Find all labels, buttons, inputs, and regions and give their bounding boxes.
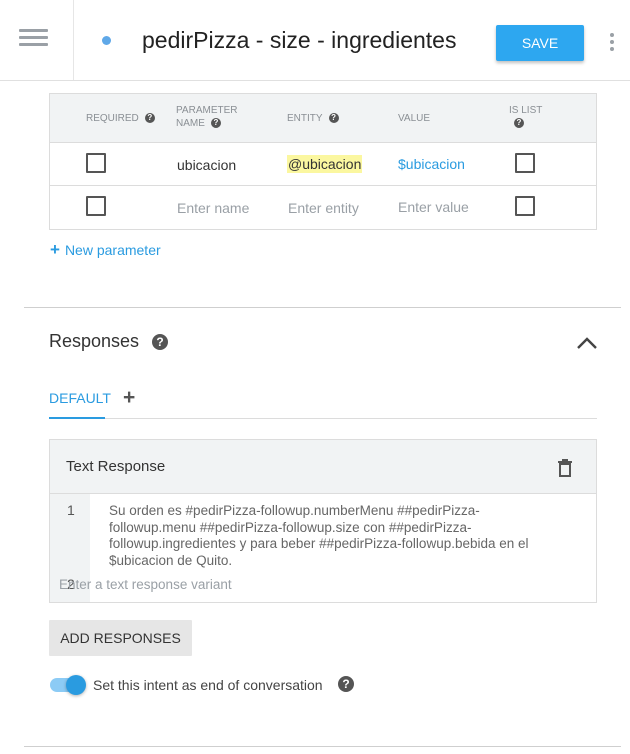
- hamburger-menu-icon[interactable]: [19, 29, 48, 47]
- section-divider: [24, 746, 621, 747]
- column-value: VALUE: [398, 113, 431, 124]
- add-responses-button[interactable]: ADD RESPONSES: [49, 620, 192, 656]
- help-icon[interactable]: ?: [210, 118, 221, 129]
- parameters-table-header: REQUIRED? PARAMETER NAME? ENTITY? VALUE …: [50, 94, 596, 143]
- parameter-entity-field[interactable]: @ubicacion: [287, 155, 363, 173]
- help-icon[interactable]: ?: [514, 118, 524, 129]
- text-response-variant[interactable]: Su orden es #pedirPizza-followup.numberM…: [109, 503, 549, 569]
- save-button[interactable]: SAVE: [496, 25, 584, 61]
- help-icon[interactable]: ?: [328, 113, 339, 124]
- section-divider: [24, 307, 621, 308]
- column-entity: ENTITY?: [287, 112, 339, 125]
- more-vert-icon[interactable]: [609, 33, 615, 51]
- line-number: 1: [67, 502, 75, 518]
- plus-icon[interactable]: +: [123, 386, 135, 410]
- menu-cell: [0, 0, 74, 80]
- trash-icon[interactable]: [557, 459, 573, 477]
- parameter-value-field[interactable]: $ubicacion: [398, 155, 465, 173]
- parameter-name-input[interactable]: Enter name: [177, 199, 249, 217]
- tab-active-indicator: [49, 417, 105, 419]
- help-icon[interactable]: ?: [152, 334, 168, 350]
- parameter-value-input[interactable]: Enter value: [398, 198, 469, 216]
- parameter-row-empty: Enter name Enter entity Enter value: [50, 186, 596, 229]
- end-conversation-toggle[interactable]: [50, 675, 86, 695]
- is-list-checkbox[interactable]: [515, 153, 535, 173]
- end-conversation-label: Set this intent as end of conversation: [93, 677, 323, 693]
- required-checkbox[interactable]: [86, 196, 106, 216]
- help-icon[interactable]: ?: [144, 113, 155, 124]
- column-is-list: IS LIST ?: [509, 105, 543, 129]
- parameter-entity-input[interactable]: Enter entity: [288, 199, 359, 217]
- new-parameter-link[interactable]: + New parameter: [50, 240, 161, 260]
- required-checkbox[interactable]: [86, 153, 106, 173]
- parameters-table: REQUIRED? PARAMETER NAME? ENTITY? VALUE …: [49, 93, 597, 230]
- tabs-divider: [49, 418, 597, 419]
- intent-name-input[interactable]: pedirPizza - size - ingredientes: [142, 27, 460, 57]
- plus-icon: +: [50, 240, 60, 259]
- is-list-checkbox[interactable]: [515, 196, 535, 216]
- help-icon[interactable]: ?: [338, 676, 354, 692]
- responses-title: Responses: [49, 331, 140, 351]
- text-response-title: Text Response: [66, 458, 166, 475]
- intent-header: pedirPizza - size - ingredientes SAVE: [0, 0, 630, 81]
- parameter-row: ubicacion @ubicacion $ubicacion: [50, 143, 596, 186]
- tab-default[interactable]: DEFAULT: [49, 390, 111, 416]
- parameter-name-field[interactable]: ubicacion: [177, 156, 236, 174]
- text-response-variant-input[interactable]: Enter a text response variant: [59, 577, 232, 592]
- chevron-up-icon[interactable]: [576, 336, 598, 350]
- column-required: REQUIRED?: [86, 112, 155, 125]
- column-parameter-name: PARAMETER NAME?: [176, 105, 238, 129]
- intent-status-dot: [102, 36, 111, 45]
- text-response-header: Text Response: [50, 440, 596, 494]
